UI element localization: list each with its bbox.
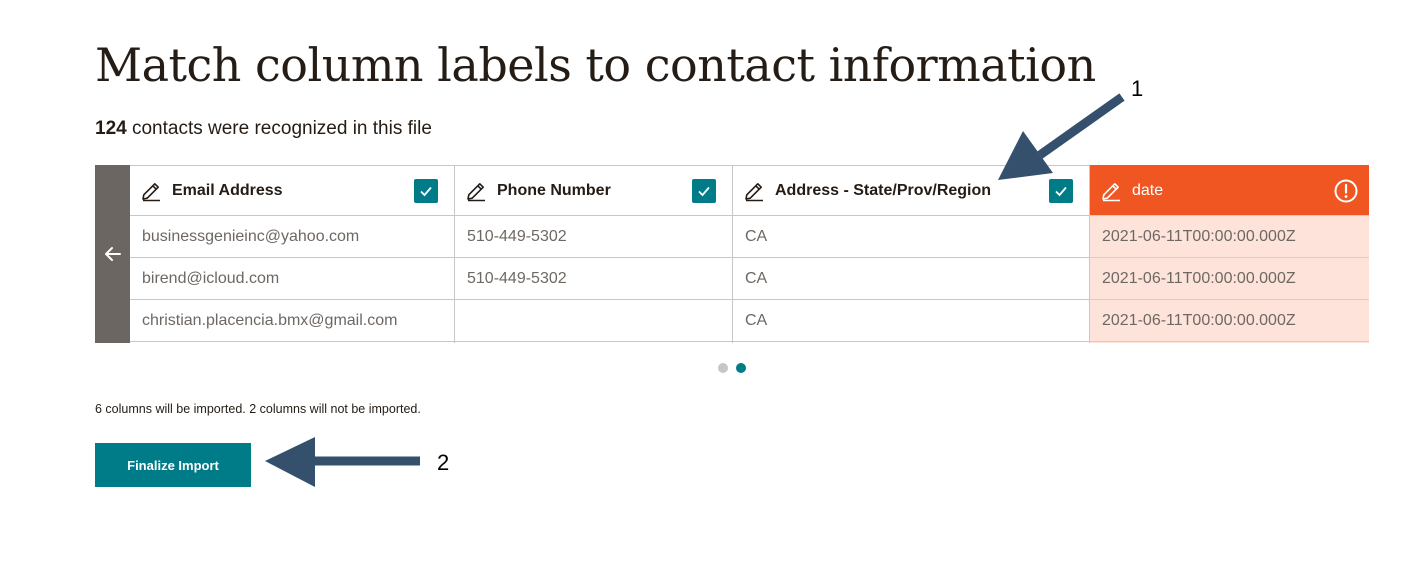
import-summary-text: 6 columns will be imported. 2 columns wi… xyxy=(95,402,421,416)
pencil-icon[interactable] xyxy=(465,180,487,202)
checkmark-icon[interactable] xyxy=(692,179,716,203)
column-header[interactable]: Phone Number xyxy=(455,165,732,216)
annotation-label-1: 1 xyxy=(1131,76,1144,101)
column-address-state: Address - State/Prov/Region CA CA CA xyxy=(733,165,1090,343)
table-cell: birend@icloud.com xyxy=(130,258,454,300)
table-cell: 2021-06-11T00:00:00.000Z xyxy=(1090,216,1369,258)
pagination-dot-2[interactable] xyxy=(736,363,746,373)
column-date: date 2021-06-11T00:00:00.000Z 2021-06-11… xyxy=(1090,165,1369,343)
table-cell xyxy=(455,300,732,342)
column-header[interactable]: Email Address xyxy=(130,165,454,216)
table-cell: christian.placencia.bmx@gmail.com xyxy=(130,300,454,342)
contact-count: 124 xyxy=(95,118,127,139)
table-cell: CA xyxy=(733,258,1089,300)
table-cell: CA xyxy=(733,216,1089,258)
pagination-dots xyxy=(718,363,746,373)
column-label: date xyxy=(1132,181,1164,199)
arrow-left-icon xyxy=(104,247,121,261)
pencil-icon[interactable] xyxy=(140,180,162,202)
column-label: Phone Number xyxy=(497,181,611,199)
contacts-recognized-text: 124 contacts were recognized in this fil… xyxy=(95,118,432,140)
column-header[interactable]: date xyxy=(1090,165,1369,216)
column-phone-number: Phone Number 510-449-5302 510-449-5302 xyxy=(455,165,733,343)
pencil-icon[interactable] xyxy=(1100,180,1122,202)
column-mapping-table: Email Address businessgenieinc@yahoo.com… xyxy=(95,165,1369,343)
pencil-icon[interactable] xyxy=(743,180,765,202)
subtitle-text: contacts were recognized in this file xyxy=(126,118,432,139)
column-email-address: Email Address businessgenieinc@yahoo.com… xyxy=(130,165,455,343)
alert-circle-icon[interactable] xyxy=(1333,178,1359,204)
finalize-import-button[interactable]: Finalize Import xyxy=(95,443,251,487)
table-cell: 2021-06-11T00:00:00.000Z xyxy=(1090,258,1369,300)
checkmark-icon[interactable] xyxy=(1049,179,1073,203)
column-label: Address - State/Prov/Region xyxy=(775,181,992,199)
table-cell: CA xyxy=(733,300,1089,342)
table-cell: 2021-06-11T00:00:00.000Z xyxy=(1090,300,1369,342)
annotation-arrow-2 xyxy=(265,437,420,487)
column-label: Email Address xyxy=(172,181,283,199)
table-cell: 510-449-5302 xyxy=(455,216,732,258)
table-cell: 510-449-5302 xyxy=(455,258,732,300)
table-cell: businessgenieinc@yahoo.com xyxy=(130,216,454,258)
pagination-dot-1[interactable] xyxy=(718,363,728,373)
previous-columns-button[interactable] xyxy=(95,165,130,343)
column-header[interactable]: Address - State/Prov/Region xyxy=(733,165,1089,216)
page-title: Match column labels to contact informati… xyxy=(95,38,1096,92)
annotation-label-2: 2 xyxy=(437,450,450,475)
checkmark-icon[interactable] xyxy=(414,179,438,203)
